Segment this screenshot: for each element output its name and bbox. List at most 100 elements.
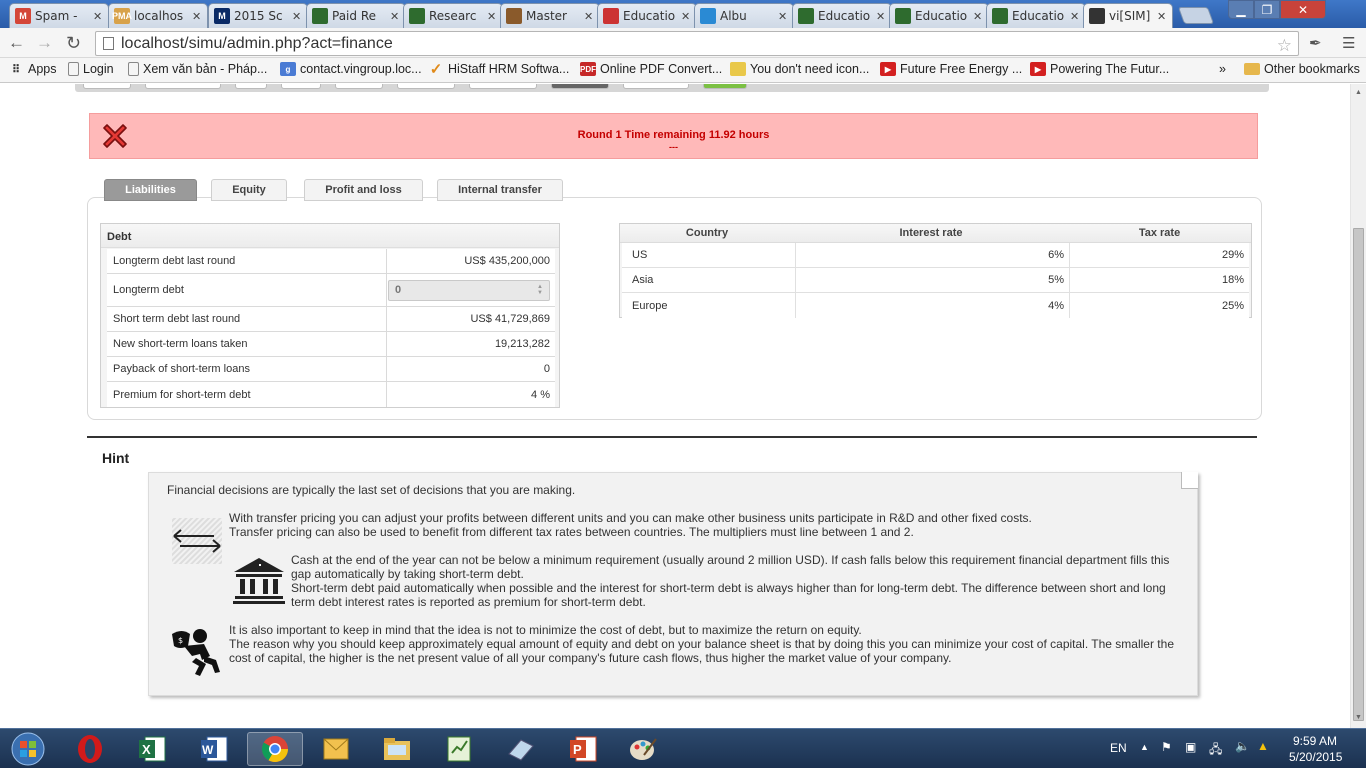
show-hidden-icons-icon[interactable]: ▲ [1140,742,1149,752]
clock-time[interactable]: 9:59 AM [1293,734,1337,748]
cell-interest: 5% [796,268,1070,292]
outlook-icon[interactable] [308,732,364,766]
nav-button[interactable] [281,84,321,89]
close-tab-icon[interactable]: ✕ [192,10,202,23]
flag-icon[interactable]: ⚑ [1161,740,1172,754]
nav-button[interactable] [703,84,747,89]
nav-button[interactable] [83,84,131,89]
opera-icon[interactable] [62,732,118,766]
file-explorer-icon[interactable] [369,732,425,766]
browser-tab[interactable]: vi[SIM] ✕ [1083,3,1173,28]
eraser-icon[interactable] [492,732,548,766]
powerpoint-icon[interactable]: P [555,732,611,766]
browser-tab[interactable]: Educatio ✕ [597,3,697,28]
tab-title: Paid Re [332,9,376,23]
browser-tab[interactable]: M Spam - ✕ [9,3,109,28]
header-country: Country [685,227,729,239]
bookmark-histaff[interactable]: ✓ HiStaff HRM Softwa... [428,61,570,78]
excel-icon[interactable]: X [124,732,180,766]
close-tab-icon[interactable]: ✕ [584,10,594,23]
table-row: Premium for short-term debt 4 % [107,382,555,407]
hint-title: Hint [102,450,130,466]
close-tab-icon[interactable]: ✕ [1070,10,1080,23]
new-tab-button[interactable] [1177,7,1215,24]
bookmark-xem-van-ban[interactable]: Xem văn bản - Pháp... [128,62,267,76]
paint-icon[interactable] [615,732,671,766]
nav-button[interactable] [335,84,383,89]
tab-liabilities[interactable]: Liabilities [104,179,197,201]
close-tab-icon[interactable]: ✕ [681,10,691,23]
nav-button[interactable] [623,84,689,89]
browser-tab[interactable]: M 2015 Sc ✕ [208,3,308,28]
browser-tab[interactable]: Researc ✕ [403,3,503,28]
scrollbar-thumb[interactable] [1353,228,1364,721]
close-tab-icon[interactable]: ✕ [1157,10,1167,23]
browser-tab[interactable]: PMA localhos ✕ [108,3,208,28]
tab-title: Spam - [35,9,78,23]
scroll-up-icon[interactable]: ▲ [1355,89,1362,96]
bookmarks-overflow-button[interactable]: » [1219,62,1226,76]
language-indicator[interactable]: EN [1110,741,1127,755]
close-tab-icon[interactable]: ✕ [390,10,400,23]
bookmark-vingroup[interactable]: g contact.vingroup.loc... [280,62,422,76]
running-person-money-icon: $ [170,626,224,683]
close-tab-icon[interactable]: ✕ [292,10,302,23]
menu-icon[interactable]: ☰ [1342,34,1355,52]
browser-tab[interactable]: Educatio ✕ [792,3,892,28]
page-scrollbar[interactable]: ▲ ▼ [1350,84,1366,728]
bookmark-other[interactable]: Other bookmarks [1244,62,1360,76]
bookmark-powering-future[interactable]: ▶ Powering The Futur... [1030,62,1169,76]
tab-equity[interactable]: Equity [211,179,287,201]
back-icon[interactable]: ← [8,33,25,53]
nav-button[interactable] [397,84,455,89]
eyedropper-icon[interactable]: ✒ [1309,34,1322,52]
project-icon[interactable] [431,732,487,766]
close-window-button[interactable]: ✕ [1280,0,1326,19]
nav-button[interactable] [469,84,537,89]
nav-button[interactable] [145,84,221,89]
tab-title: 2015 Sc [234,9,283,23]
cell-interest: 4% [796,293,1070,318]
stepper-arrows-icon[interactable]: ▲ ▼ [537,284,543,296]
close-tab-icon[interactable]: ✕ [778,10,788,23]
minimize-button[interactable]: ▁ [1228,0,1254,19]
tab-profit-and-loss[interactable]: Profit and loss [304,179,423,201]
reload-icon[interactable]: ↻ [66,33,81,54]
tab-internal-transfer[interactable]: Internal transfer [437,179,563,201]
chrome-icon[interactable] [247,732,303,766]
table-row: Europe 4% 25% [622,293,1249,318]
browser-tab[interactable]: Paid Re ✕ [306,3,406,28]
nav-button[interactable] [551,84,609,89]
bookmark-icons[interactable]: You don't need icon... [730,62,869,76]
address-bar[interactable]: localhost/simu/admin.php?act=finance ☆ [95,31,1299,56]
word-icon[interactable]: W [186,732,242,766]
cell-country: US [622,243,796,267]
bookmark-free-energy[interactable]: ▶ Future Free Energy ... [880,62,1022,76]
maximize-button[interactable]: ❐ [1254,0,1280,19]
browser-tab[interactable]: Educatio ✕ [889,3,989,28]
bookmark-login[interactable]: Login [68,62,114,76]
browser-tab[interactable]: Educatio ✕ [986,3,1086,28]
browser-tab[interactable]: Master ✕ [500,3,600,28]
close-tab-icon[interactable]: ✕ [93,10,103,23]
bookmark-apps[interactable]: ⠿ Apps [8,62,57,76]
clock-date[interactable]: 5/20/2015 [1289,750,1342,764]
close-tab-icon[interactable]: ✕ [876,10,886,23]
volume-icon[interactable]: 🔈 [1235,739,1250,753]
pma-icon: PMA [112,8,132,24]
forward-icon[interactable]: → [36,33,53,53]
bookmark-pdf-convert[interactable]: PDF Online PDF Convert... [580,62,722,76]
bookmark-star-icon[interactable]: ☆ [1277,34,1292,57]
start-button[interactable] [2,732,54,766]
network-icon[interactable]: 🖧 [1209,740,1222,761]
longterm-debt-stepper[interactable]: 0 ▲ ▼ [388,279,550,301]
close-tab-icon[interactable]: ✕ [487,10,497,23]
tab-title: localhos [134,9,184,23]
nav-button[interactable] [235,84,267,89]
cell-country: Asia [622,268,796,292]
close-tab-icon[interactable]: ✕ [973,10,983,23]
device-icon[interactable]: ▣ [1185,740,1196,754]
browser-tab[interactable]: Albu ✕ [694,3,794,28]
scroll-down-icon[interactable]: ▼ [1355,714,1362,721]
drive-icon[interactable]: ▲ [1257,739,1269,753]
